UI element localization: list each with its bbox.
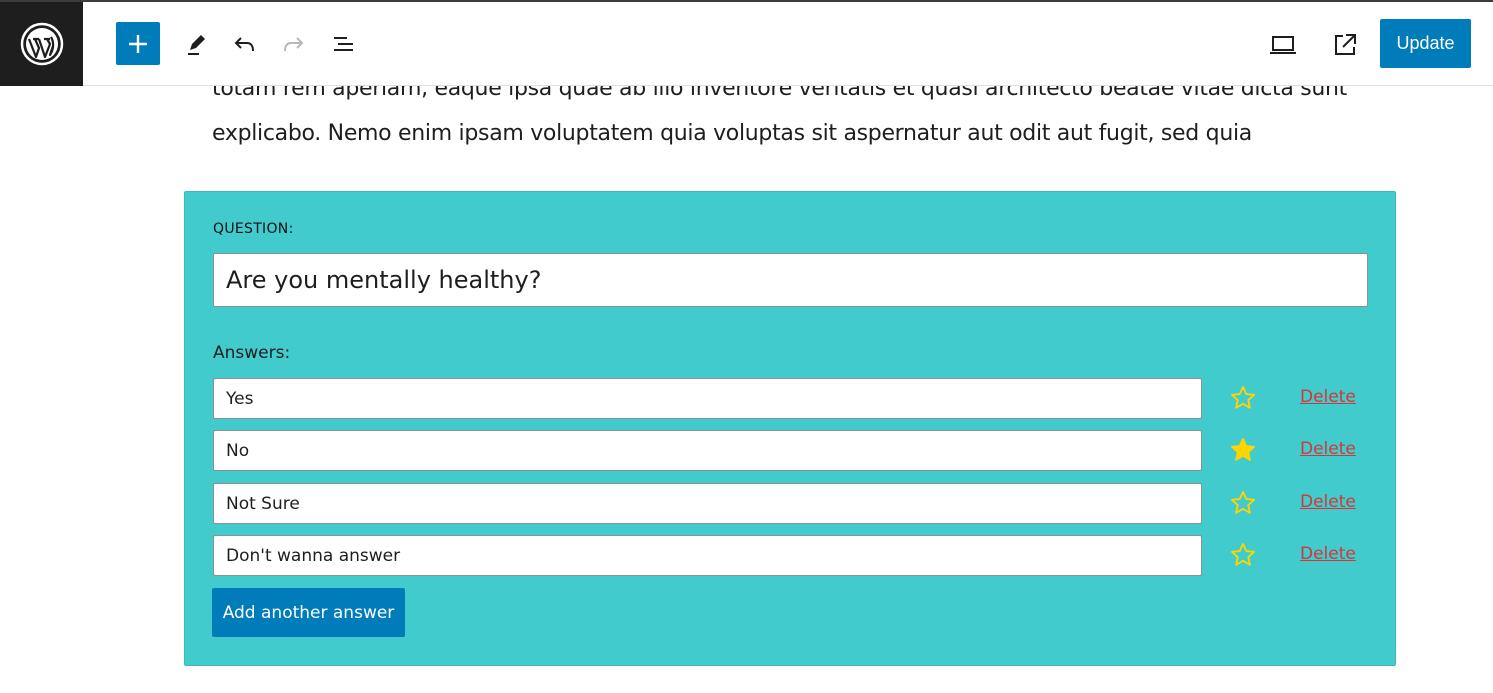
external-link-icon [1335, 34, 1356, 55]
delete-answer-link[interactable]: Delete [1300, 544, 1356, 564]
delete-answer-link[interactable]: Delete [1300, 387, 1356, 407]
delete-answer-link[interactable]: Delete [1300, 492, 1356, 512]
star-outline-icon [1230, 385, 1256, 409]
preview-button[interactable] [1266, 28, 1300, 62]
answer-row: Delete [213, 535, 1373, 576]
answer-input[interactable] [213, 430, 1202, 471]
answer-row: Delete [213, 378, 1373, 419]
undo-icon [234, 37, 254, 52]
mark-correct-button[interactable] [1227, 487, 1259, 519]
answer-input[interactable] [213, 483, 1202, 524]
mark-correct-button[interactable] [1227, 434, 1259, 466]
question-input[interactable] [213, 253, 1368, 307]
answer-input[interactable] [213, 535, 1202, 576]
answer-input[interactable] [213, 378, 1202, 419]
answer-row: Delete [213, 430, 1373, 471]
update-button[interactable]: Update [1380, 19, 1471, 68]
add-answer-button[interactable]: Add another answer [212, 588, 405, 637]
paragraph-line: explicabo. Nemo enim ipsam voluptatem qu… [212, 121, 1252, 146]
redo-button[interactable] [278, 28, 310, 60]
desktop-preview-icon [1270, 36, 1296, 54]
answer-row: Delete [213, 483, 1373, 524]
list-view-icon [334, 37, 353, 51]
mark-correct-button[interactable] [1227, 382, 1259, 414]
list-view-button[interactable] [328, 28, 360, 60]
add-block-button[interactable] [116, 22, 160, 65]
star-outline-icon [1230, 490, 1256, 514]
pencil-icon [188, 35, 205, 55]
redo-icon [284, 37, 304, 52]
star-filled-icon [1230, 437, 1256, 461]
delete-answer-link[interactable]: Delete [1300, 439, 1356, 459]
editor-header: Update [0, 2, 1493, 86]
view-post-button[interactable] [1328, 28, 1362, 62]
tools-button[interactable] [180, 28, 212, 60]
undo-button[interactable] [228, 28, 260, 60]
answers-label: Answers: [213, 343, 291, 363]
mark-correct-button[interactable] [1227, 539, 1259, 571]
wordpress-logo-button[interactable] [0, 2, 83, 86]
quiz-block[interactable]: QUESTION: Answers: Delete Delete Delete [184, 191, 1396, 666]
plus-icon [129, 34, 147, 53]
question-label: QUESTION: [213, 221, 294, 237]
wordpress-icon [20, 22, 63, 66]
star-outline-icon [1230, 542, 1256, 566]
